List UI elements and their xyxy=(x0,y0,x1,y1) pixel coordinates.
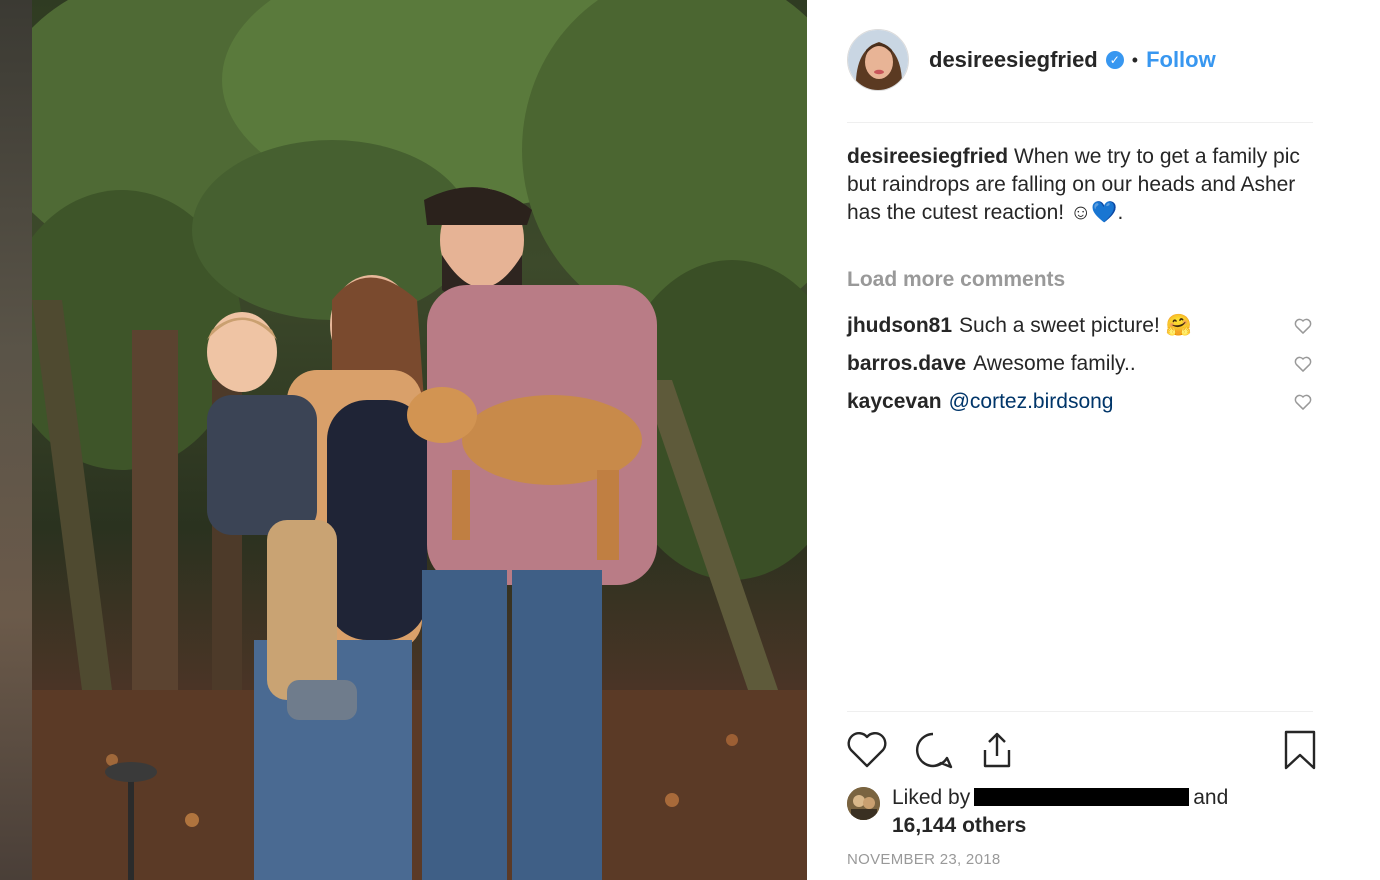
post-header: desireesiegfried ✓ • Follow xyxy=(847,28,1313,92)
post-caption: desireesiegfried When we try to get a fa… xyxy=(847,143,1313,227)
background-edge xyxy=(0,0,32,880)
likes-count-link[interactable]: 16,144 others xyxy=(892,814,1026,837)
liked-by-suffix: and xyxy=(1193,786,1229,809)
likes-summary: Liked by and 16,144 others xyxy=(847,784,1313,840)
share-icon[interactable] xyxy=(975,728,1019,772)
comment-mention-link[interactable]: @cortez.birdsong xyxy=(949,390,1114,414)
comment-item: jhudson81 Such a sweet picture! 🤗 xyxy=(847,307,1313,345)
comment-username[interactable]: jhudson81 xyxy=(847,314,952,338)
comments-list: jhudson81 Such a sweet picture! 🤗 barros… xyxy=(847,307,1313,421)
caption-username[interactable]: desireesiegfried xyxy=(847,145,1008,168)
comment-like-heart-icon[interactable] xyxy=(1293,392,1313,412)
likes-text: Liked by and 16,144 others xyxy=(892,784,1228,840)
redacted-username xyxy=(974,788,1190,806)
comment-item: kaycevan @cortez.birdsong xyxy=(847,383,1313,421)
post-detail-panel: desireesiegfried ✓ • Follow desireesiegf… xyxy=(807,0,1380,880)
follow-button[interactable]: Follow xyxy=(1146,47,1216,73)
post-actions-bar xyxy=(845,728,1316,772)
load-more-comments-button[interactable]: Load more comments xyxy=(847,268,1065,292)
liker-avatar[interactable] xyxy=(847,787,880,820)
header-divider xyxy=(847,122,1313,123)
heart-icon[interactable] xyxy=(845,728,889,772)
header-separator: • xyxy=(1131,49,1139,70)
post-photo[interactable] xyxy=(32,0,807,880)
post-timestamp[interactable]: NOVEMBER 23, 2018 xyxy=(847,851,1001,868)
profile-avatar[interactable] xyxy=(847,29,909,91)
actions-divider xyxy=(847,711,1313,712)
comment-text: Such a sweet picture! 🤗 xyxy=(959,314,1192,337)
verified-badge-icon: ✓ xyxy=(1105,51,1124,69)
photo-illustration xyxy=(32,0,807,880)
comment-like-heart-icon[interactable] xyxy=(1293,316,1313,336)
post-author-username[interactable]: desireesiegfried xyxy=(929,47,1098,73)
liked-by-prefix: Liked by xyxy=(892,786,971,809)
bookmark-icon[interactable] xyxy=(1278,728,1322,772)
comment-username[interactable]: barros.dave xyxy=(847,352,966,376)
comment-like-heart-icon[interactable] xyxy=(1293,354,1313,374)
comment-text: Awesome family.. xyxy=(973,352,1136,375)
comment-item: barros.dave Awesome family.. xyxy=(847,345,1313,383)
comment-bubble-icon[interactable] xyxy=(911,728,955,772)
comment-username[interactable]: kaycevan xyxy=(847,390,942,414)
